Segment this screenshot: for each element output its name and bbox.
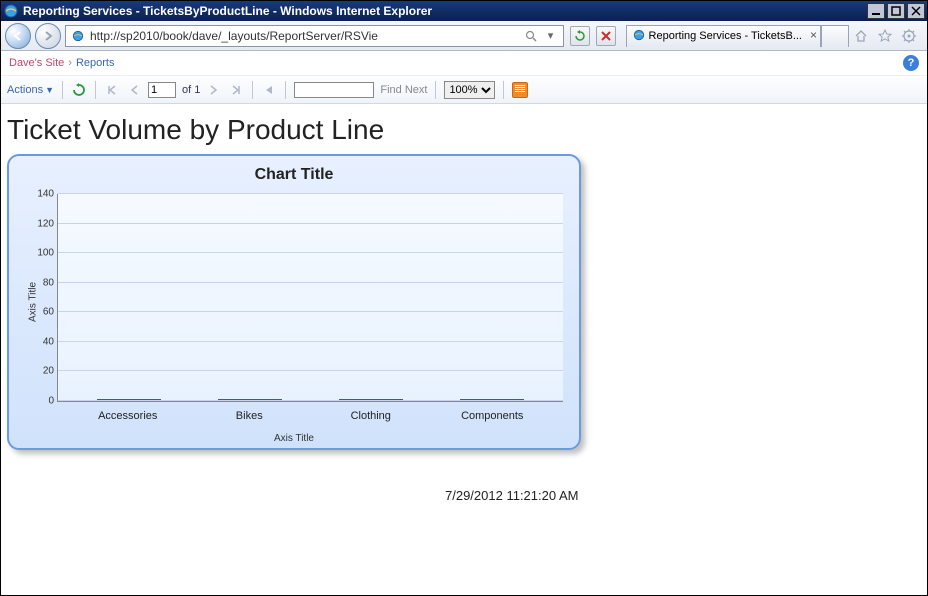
y-tick-label: 40 bbox=[30, 336, 54, 347]
prev-page-icon[interactable] bbox=[126, 82, 142, 98]
actions-menu[interactable]: Actions ▼ bbox=[7, 84, 54, 96]
y-tick-label: 20 bbox=[30, 366, 54, 377]
minimize-button[interactable] bbox=[867, 3, 885, 19]
address-bar[interactable]: ▾ bbox=[65, 25, 564, 47]
tab-label: Reporting Services - TicketsB... bbox=[649, 30, 802, 42]
grid-line bbox=[58, 400, 563, 401]
home-icon[interactable] bbox=[853, 28, 869, 44]
tab-close-icon[interactable]: × bbox=[810, 28, 817, 42]
search-icon[interactable] bbox=[523, 28, 539, 44]
forward-button[interactable] bbox=[35, 23, 61, 49]
report-toolbar: Actions ▼ of 1 Find Next 100% bbox=[1, 76, 927, 104]
page-number-input[interactable] bbox=[148, 82, 176, 98]
x-axis-label: Axis Title bbox=[9, 433, 579, 444]
browser-tab-active[interactable]: Reporting Services - TicketsB... × bbox=[626, 25, 821, 47]
back-to-parent-icon[interactable] bbox=[261, 82, 277, 98]
x-tick-label: Clothing bbox=[331, 410, 411, 422]
breadcrumb: Dave's Site › Reports ? bbox=[1, 51, 927, 76]
actions-label: Actions bbox=[7, 84, 43, 96]
separator bbox=[285, 81, 286, 99]
x-tick-label: Components bbox=[452, 410, 532, 422]
separator bbox=[435, 81, 436, 99]
report-body: Ticket Volume by Product Line Chart Titl… bbox=[1, 104, 927, 523]
refresh-report-icon[interactable] bbox=[71, 82, 87, 98]
chevron-down-icon: ▼ bbox=[45, 85, 54, 95]
refresh-page-button[interactable] bbox=[570, 26, 590, 46]
chart-title: Chart Title bbox=[23, 166, 565, 184]
find-input[interactable] bbox=[294, 82, 374, 98]
y-tick-label: 140 bbox=[30, 189, 54, 200]
find-next-link[interactable]: Find Next bbox=[380, 84, 427, 96]
y-tick-label: 120 bbox=[30, 218, 54, 229]
report-title: Ticket Volume by Product Line bbox=[7, 114, 921, 146]
separator bbox=[252, 81, 253, 99]
chart-container: Chart Title Axis Title 02040608010012014… bbox=[7, 154, 581, 450]
tab-favicon bbox=[633, 29, 645, 44]
zoom-select[interactable]: 100% bbox=[444, 81, 495, 99]
grid-line bbox=[58, 193, 563, 194]
browser-navbar: ▾ Reporting Services - TicketsB... × bbox=[1, 21, 927, 51]
grid-line bbox=[58, 223, 563, 224]
help-icon[interactable]: ? bbox=[903, 55, 919, 71]
back-button[interactable] bbox=[5, 23, 31, 49]
stop-button[interactable] bbox=[596, 26, 616, 46]
favorites-icon[interactable] bbox=[877, 28, 893, 44]
first-page-icon[interactable] bbox=[104, 82, 120, 98]
grid-line bbox=[58, 341, 563, 342]
grid-line bbox=[58, 311, 563, 312]
x-tick-label: Accessories bbox=[88, 410, 168, 422]
y-tick-label: 0 bbox=[30, 396, 54, 407]
address-input[interactable] bbox=[88, 26, 521, 46]
new-tab-button[interactable] bbox=[821, 25, 849, 47]
crumb-page[interactable]: Reports bbox=[76, 57, 115, 69]
grid-line bbox=[58, 282, 563, 283]
grid-line bbox=[58, 252, 563, 253]
crumb-sep: › bbox=[68, 57, 72, 69]
next-page-icon[interactable] bbox=[206, 82, 222, 98]
x-tick-label: Bikes bbox=[209, 410, 289, 422]
maximize-button[interactable] bbox=[887, 3, 905, 19]
page-of-label: of 1 bbox=[182, 84, 200, 96]
separator bbox=[95, 81, 96, 99]
dropdown-icon[interactable]: ▾ bbox=[543, 28, 559, 44]
y-tick-label: 100 bbox=[30, 248, 54, 259]
crumb-site[interactable]: Dave's Site bbox=[9, 57, 64, 69]
window-title-bar: Reporting Services - TicketsByProductLin… bbox=[1, 1, 927, 21]
ie-logo-icon bbox=[3, 3, 19, 19]
separator bbox=[503, 81, 504, 99]
export-icon[interactable] bbox=[512, 82, 528, 98]
report-timestamp: 7/29/2012 11:21:20 AM bbox=[445, 488, 921, 503]
close-button[interactable] bbox=[907, 3, 925, 19]
page-icon bbox=[70, 28, 86, 44]
last-page-icon[interactable] bbox=[228, 82, 244, 98]
window-title: Reporting Services - TicketsByProductLin… bbox=[23, 4, 867, 18]
separator bbox=[62, 81, 63, 99]
chart-plot: 020406080100120140 bbox=[57, 194, 563, 402]
x-tick-labels: Accessories Bikes Clothing Components bbox=[57, 410, 563, 422]
y-tick-label: 60 bbox=[30, 307, 54, 318]
y-tick-label: 80 bbox=[30, 277, 54, 288]
tools-icon[interactable] bbox=[901, 28, 917, 44]
grid-line bbox=[58, 370, 563, 371]
